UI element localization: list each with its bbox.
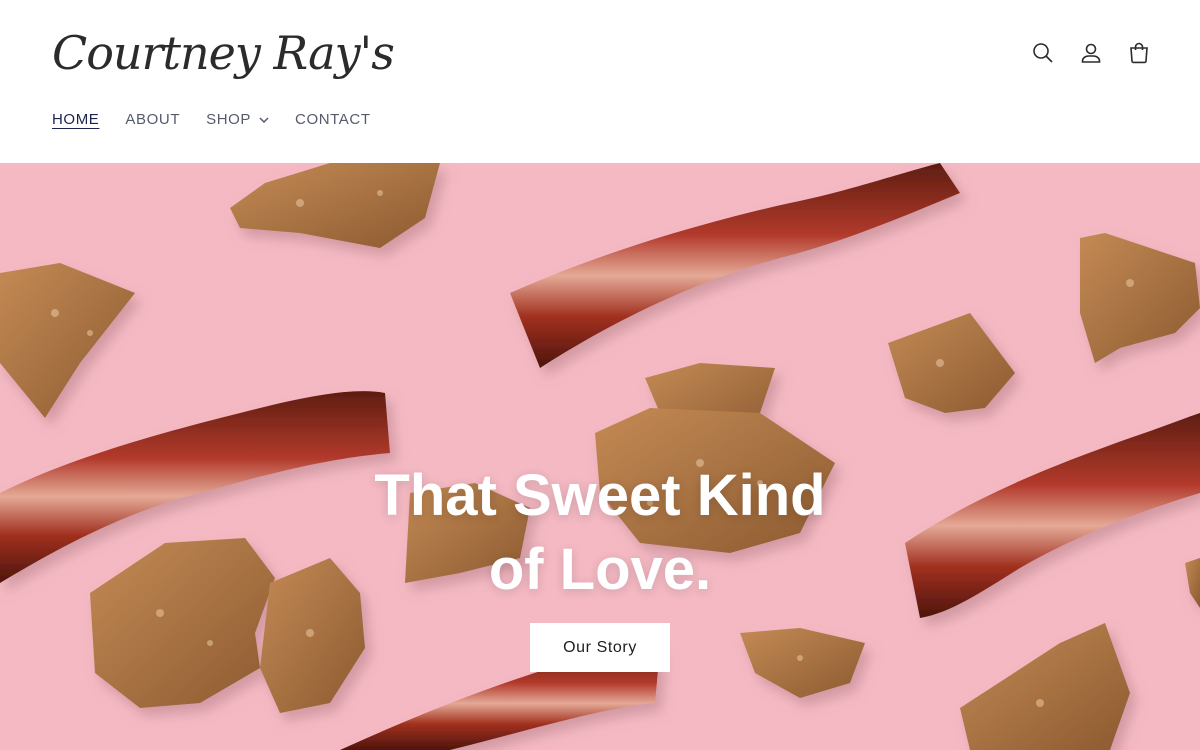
chevron-down-icon [259,117,269,124]
hero-banner: That Sweet Kind of Love. Our Story [0,163,1200,750]
hero-title-line-1: That Sweet Kind [374,463,826,528]
nav-item-about[interactable]: ABOUT [125,109,180,131]
main-nav: HOME ABOUT SHOP CONTACT [52,109,397,131]
nav-item-label: ABOUT [125,111,181,128]
search-icon[interactable] [1030,38,1056,68]
our-story-button[interactable]: Our Story [530,623,670,672]
nav-item-home[interactable]: HOME [52,109,99,131]
cart-icon[interactable] [1126,38,1152,68]
nav-item-label: CONTACT [295,111,371,128]
brand-logo[interactable]: Courtney Ray's [52,22,395,84]
header-icons [1030,38,1152,68]
hero-title-line-2: of Love. [488,537,712,602]
nav-item-contact[interactable]: CONTACT [295,109,371,131]
hero-title: That Sweet Kind of Love. [0,459,1200,607]
nav-item-label: SHOP [206,111,252,128]
nav-item-shop[interactable]: SHOP [206,109,269,131]
site-header: Courtney Ray's HOME ABOUT SHOP CONTACT [0,0,1200,163]
account-icon[interactable] [1078,38,1104,68]
nav-item-label: HOME [52,111,100,128]
